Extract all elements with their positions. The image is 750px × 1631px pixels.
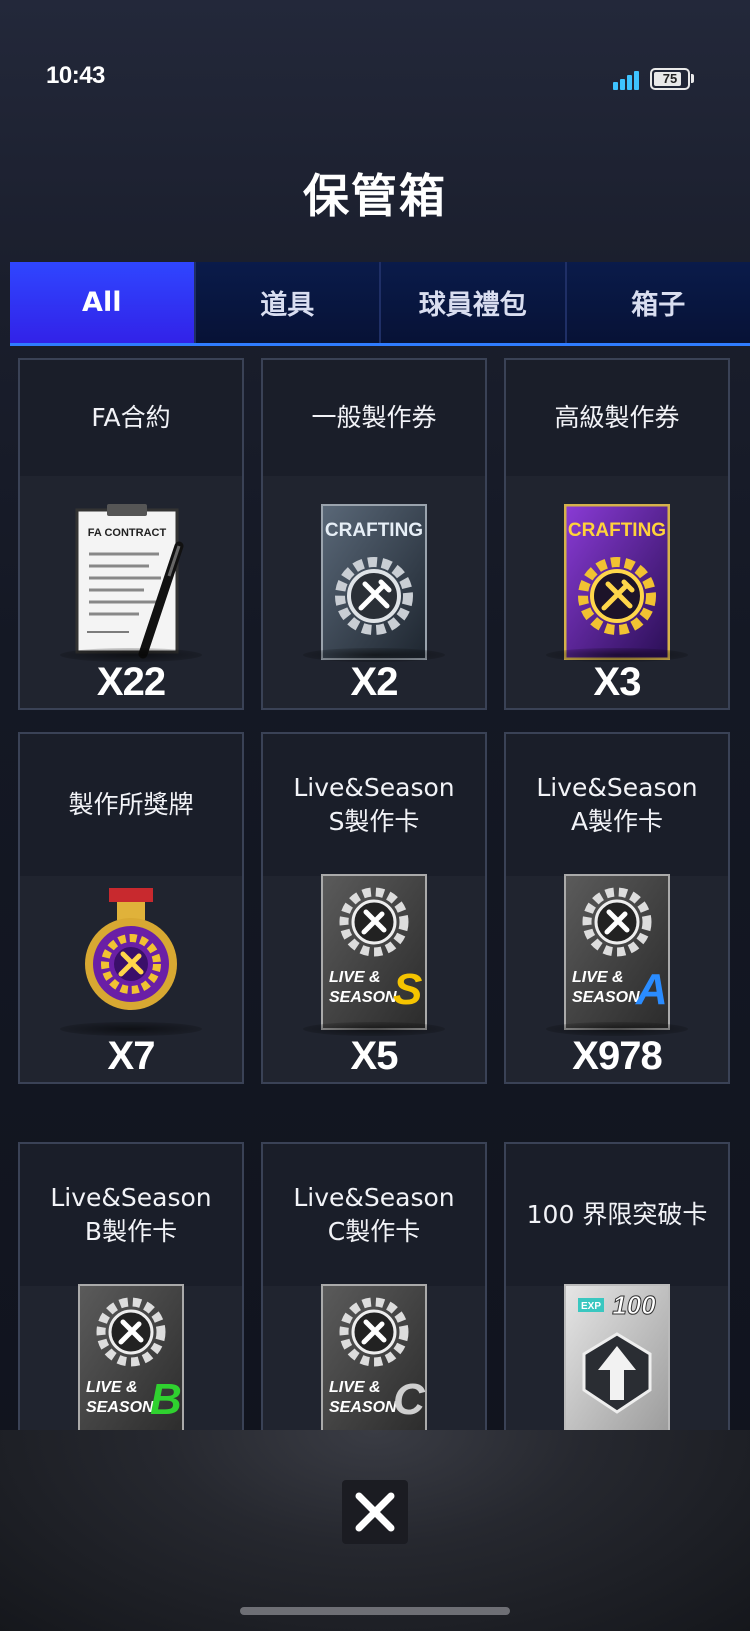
premium-crafting-ticket-icon: CRAFTING (563, 503, 671, 664)
grade-letter: B (150, 1375, 182, 1424)
status-time: 10:43 (46, 62, 105, 89)
icon-label: CRAFTING (325, 520, 423, 541)
live-season-c-card-icon: LIVE & SEASON C (321, 1284, 427, 1430)
svg-text:LIVE &: LIVE & (572, 969, 624, 986)
item-name: Live&Season C製作卡 (293, 1183, 455, 1246)
svg-text:SEASON: SEASON (329, 989, 397, 1006)
item-name: Live&Season S製作卡 (293, 773, 455, 836)
item-count: X978 (572, 1034, 662, 1078)
battery-tip (691, 74, 694, 83)
icon-label: EXP (581, 1301, 601, 1312)
live-season-s-card-icon: LIVE & SEASON S (321, 874, 427, 1034)
icon-label: CRAFTING (568, 520, 666, 541)
live-season-a-card-icon: LIVE & SEASON A (564, 874, 670, 1034)
live-season-b-card-icon: LIVE & SEASON B (78, 1284, 184, 1430)
home-indicator[interactable] (240, 1607, 510, 1615)
item-name: Live&Season B製作卡 (50, 1183, 212, 1246)
item-name: 一般製作券 (311, 403, 437, 432)
item-grid: FA合約 FA CONTRACT X22 一般製作券 CRAFTING X2 高… (18, 358, 732, 1430)
item-card-live-season-a[interactable]: Live&Season A製作卡 LIVE & SEASON A X978 (504, 732, 730, 1084)
icon-label: FA CONTRACT (88, 527, 167, 539)
svg-text:SEASON: SEASON (86, 1399, 154, 1416)
item-name: Live&Season A製作卡 (536, 773, 698, 836)
item-card-fa-contract[interactable]: FA合約 FA CONTRACT X22 (18, 358, 244, 710)
item-count: X22 (96, 660, 166, 704)
battery-icon: 75 (650, 68, 690, 90)
item-count: X2 (350, 660, 399, 704)
svg-text:LIVE &: LIVE & (86, 1379, 138, 1396)
item-count: X5 (350, 1034, 399, 1078)
exp-100-card-icon: EXP 100 (564, 1284, 670, 1430)
item-card-live-season-b[interactable]: Live&Season B製作卡 LIVE & SEASON B (18, 1142, 244, 1430)
crafting-ticket-icon: CRAFTING (321, 504, 427, 664)
status-bar: 10:43 75 (0, 0, 750, 110)
svg-text:SEASON: SEASON (572, 989, 640, 1006)
item-count: X3 (593, 660, 642, 704)
item-name: 100 界限突破卡 (526, 1200, 708, 1229)
item-count: X7 (107, 1034, 156, 1078)
item-card-live-season-c[interactable]: Live&Season C製作卡 LIVE & SEASON C (261, 1142, 487, 1430)
item-card-exp-100[interactable]: 100 界限突破卡 EXP 100 (504, 1142, 730, 1430)
battery-level: 75 (662, 71, 678, 86)
svg-text:LIVE &: LIVE & (329, 1379, 381, 1396)
item-name: 製作所獎牌 (68, 790, 194, 819)
page-title: 保管箱 (303, 169, 447, 223)
item-card-crafting-ticket[interactable]: 一般製作券 CRAFTING X2 (261, 358, 487, 710)
tab-player-packs[interactable]: 球員禮包 (381, 262, 567, 343)
tab-items[interactable]: 道具 (195, 262, 381, 343)
item-card-premium-crafting-ticket[interactable]: 高級製作券 CRAFTING X3 (504, 358, 730, 710)
svg-text:LIVE &: LIVE & (329, 969, 381, 986)
icon-value: 100 (612, 1290, 656, 1320)
grade-letter: S (393, 965, 422, 1014)
grade-letter: A (635, 965, 668, 1014)
tab-all[interactable]: All (10, 262, 196, 343)
item-card-crafting-medal[interactable]: 製作所獎牌 X7 (18, 732, 244, 1084)
item-name: 高級製作券 (554, 403, 680, 432)
item-name: FA合約 (91, 403, 171, 432)
fa-contract-icon: FA CONTRACT (69, 504, 193, 668)
close-button[interactable] (342, 1480, 408, 1544)
signal-icon (613, 70, 643, 90)
grade-letter: C (393, 1375, 426, 1424)
tab-bar: All 道具 球員禮包 箱子 (10, 262, 750, 346)
item-card-live-season-s[interactable]: Live&Season S製作卡 LIVE & SEASON S X5 (261, 732, 487, 1084)
close-icon (355, 1492, 395, 1532)
crafting-medal-icon (81, 886, 181, 1020)
svg-text:SEASON: SEASON (329, 1399, 397, 1416)
tab-boxes[interactable]: 箱子 (566, 262, 750, 343)
